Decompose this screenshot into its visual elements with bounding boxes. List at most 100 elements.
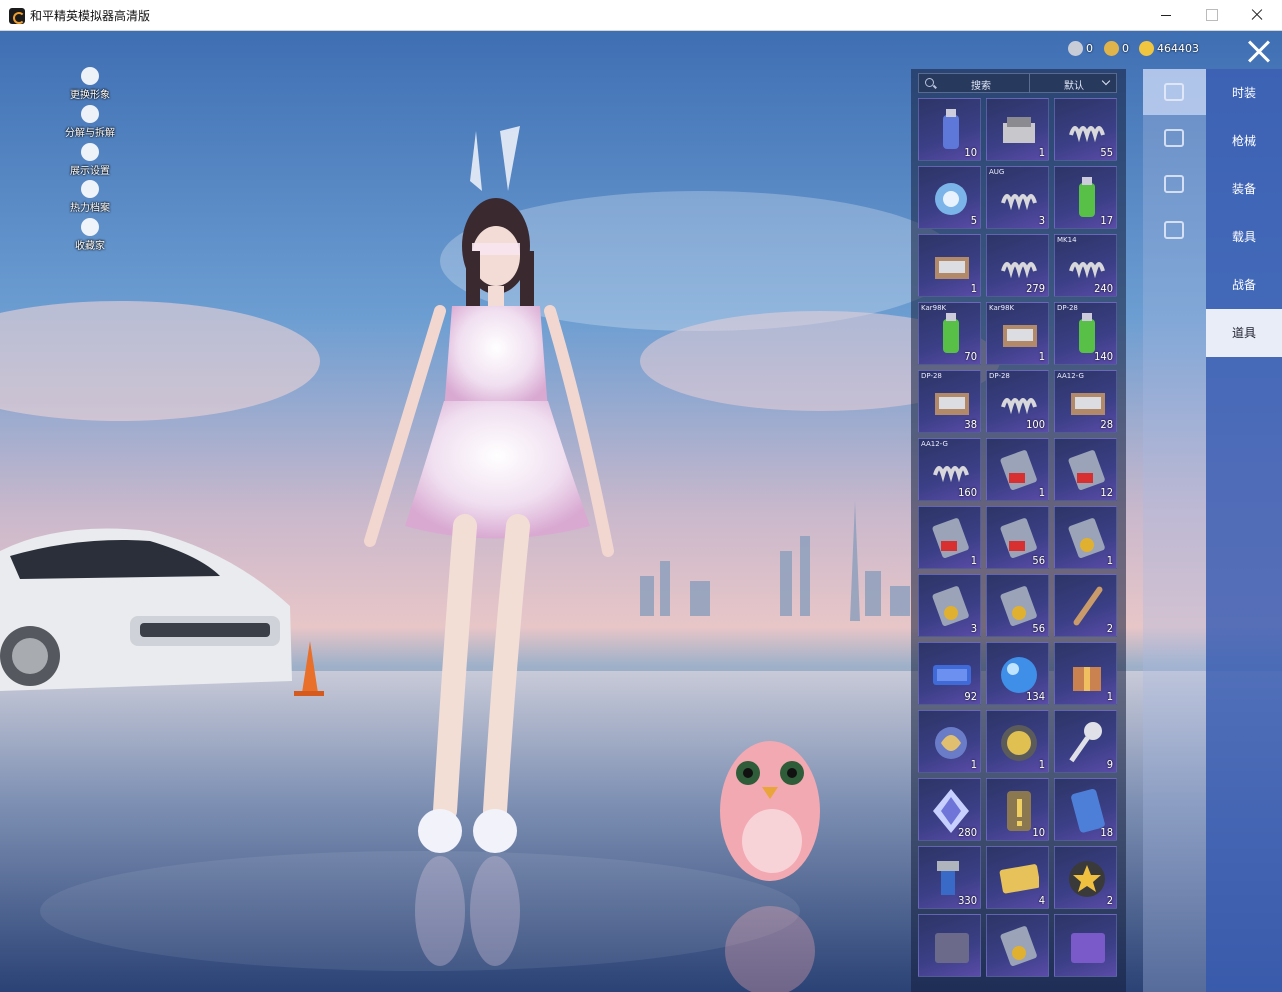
close-inventory-button[interactable] xyxy=(1244,37,1274,67)
inventory-item[interactable]: AA12-G 160 xyxy=(918,438,981,501)
category-tab[interactable]: 载具 xyxy=(1206,213,1282,261)
left-menu-label: 展示设置 xyxy=(70,166,110,177)
card-blue-icon xyxy=(1067,787,1107,833)
search-input[interactable]: 搜索 xyxy=(918,73,1030,93)
inventory-item[interactable]: Kar98K 1 xyxy=(986,302,1049,365)
inventory-item[interactable]: 279 xyxy=(986,234,1049,297)
inventory-item[interactable] xyxy=(1054,914,1117,977)
category-tab[interactable]: 装备 xyxy=(1206,165,1282,213)
metal-case-icon xyxy=(931,243,971,287)
inventory-item[interactable]: 4 xyxy=(986,846,1049,909)
item-count: 56 xyxy=(1032,554,1045,567)
card-tab-icon xyxy=(1164,83,1184,101)
inventory-item[interactable]: 134 xyxy=(986,642,1049,705)
inventory-item[interactable]: 56 xyxy=(986,506,1049,569)
item-count: 38 xyxy=(964,418,977,431)
item-count: 280 xyxy=(958,826,977,839)
inventory-item[interactable]: 9 xyxy=(1054,710,1117,773)
maximize-button[interactable] xyxy=(1200,3,1224,27)
inventory-item[interactable] xyxy=(918,914,981,977)
inventory-item[interactable]: 12 xyxy=(1054,438,1117,501)
inventory-item[interactable]: 1 xyxy=(918,234,981,297)
spray-can-blue-icon xyxy=(931,107,971,151)
inventory-item[interactable]: 17 xyxy=(1054,166,1117,229)
item-count: 10 xyxy=(964,146,977,159)
item-count: 3 xyxy=(1038,214,1045,227)
subcategory-tab[interactable] xyxy=(1143,207,1206,253)
inventory-item[interactable]: 55 xyxy=(1054,98,1117,161)
left-menu-item[interactable]: 分解与拆解 xyxy=(55,105,125,139)
window-title: 和平精英模拟器高清版 xyxy=(30,9,151,23)
inventory-item[interactable]: Kar98K 70 xyxy=(918,302,981,365)
inventory-item[interactable]: 1 xyxy=(1054,506,1117,569)
spray-can-green-icon xyxy=(931,311,971,355)
item-count: 134 xyxy=(1026,690,1045,703)
category-tab[interactable]: 枪械 xyxy=(1206,117,1282,165)
subcategory-tab[interactable] xyxy=(1143,69,1206,115)
card-gold-icon xyxy=(999,923,1039,967)
inventory-item[interactable]: DP-28 38 xyxy=(918,370,981,433)
category-tabs: 时装 枪械 装备 载具 战备 道具 xyxy=(1206,69,1282,992)
spring-icon xyxy=(1067,107,1107,151)
left-menu-item[interactable]: 收藏家 xyxy=(55,218,125,252)
subcategory-tab[interactable] xyxy=(1143,115,1206,161)
category-tab[interactable]: 时装 xyxy=(1206,69,1282,117)
card-purple-icon xyxy=(1067,923,1107,967)
category-tab[interactable]: 道具 xyxy=(1206,309,1282,357)
item-count: 55 xyxy=(1100,146,1113,159)
eye-icon xyxy=(81,143,99,161)
inventory-item[interactable]: 10 xyxy=(918,98,981,161)
item-count: 70 xyxy=(964,350,977,363)
inventory-item[interactable]: 1 xyxy=(986,98,1049,161)
sort-dropdown[interactable]: 默认 xyxy=(1029,73,1117,93)
left-menu-label: 热力档案 xyxy=(70,203,110,214)
inventory-item[interactable]: 18 xyxy=(1054,778,1117,841)
item-count: 100 xyxy=(1026,418,1045,431)
left-menu-item[interactable]: 更换形象 xyxy=(55,67,125,101)
left-menu-item[interactable]: 展示设置 xyxy=(55,143,125,177)
inventory-item[interactable]: 1 xyxy=(986,438,1049,501)
search-placeholder: 搜索 xyxy=(971,81,991,92)
card-gold-icon xyxy=(999,583,1039,627)
item-weapon-tag: AUG xyxy=(989,168,1005,176)
inventory-item[interactable]: 92 xyxy=(918,642,981,705)
category-tab[interactable]: 战备 xyxy=(1206,261,1282,309)
card-red-icon xyxy=(1067,447,1107,491)
item-weapon-tag: DP-28 xyxy=(1057,304,1078,312)
inventory-item[interactable]: 1 xyxy=(918,506,981,569)
inventory-item[interactable]: 1 xyxy=(1054,642,1117,705)
inventory-item[interactable]: 2 xyxy=(1054,574,1117,637)
inventory-item[interactable]: 3 xyxy=(918,574,981,637)
inventory-item[interactable]: 280 xyxy=(918,778,981,841)
item-count: 1 xyxy=(1038,146,1045,159)
key-icon xyxy=(1067,719,1107,763)
left-menu-label: 分解与拆解 xyxy=(65,128,115,139)
item-count: 56 xyxy=(1032,622,1045,635)
item-count: 18 xyxy=(1100,826,1113,839)
left-menu-item[interactable]: 热力档案 xyxy=(55,180,125,214)
inventory-item[interactable]: MK14 240 xyxy=(1054,234,1117,297)
inventory-item[interactable]: DP-28 140 xyxy=(1054,302,1117,365)
inventory-item[interactable]: 56 xyxy=(986,574,1049,637)
inventory-item[interactable]: 10 xyxy=(986,778,1049,841)
inventory-item[interactable]: DP-28 100 xyxy=(986,370,1049,433)
minimize-button[interactable] xyxy=(1156,3,1180,27)
inventory-item[interactable]: AUG 3 xyxy=(986,166,1049,229)
subcategory-tab[interactable] xyxy=(1143,161,1206,207)
currency-coupon: 0 xyxy=(1068,41,1093,56)
left-menu-label: 收藏家 xyxy=(75,241,105,252)
item-count: 4 xyxy=(1038,894,1045,907)
inventory-item[interactable]: 5 xyxy=(918,166,981,229)
inventory-item[interactable] xyxy=(986,914,1049,977)
app-icon xyxy=(9,8,25,24)
inventory-panel: 搜索 默认 10 1 55 5 AUG 3 17 1 279 MK14 240 Kar98K 70 Kar… xyxy=(911,69,1126,992)
inventory-item[interactable]: 2 xyxy=(1054,846,1117,909)
game-scene: 更换形象 分解与拆解 展示设置 热力档案 收藏家 0 0 464403 搜索 默认 10 1 5… xyxy=(0,31,1282,992)
inventory-item[interactable]: 330 xyxy=(918,846,981,909)
metal-case-icon xyxy=(999,311,1039,355)
inventory-item[interactable]: 1 xyxy=(918,710,981,773)
item-count: 160 xyxy=(958,486,977,499)
close-window-button[interactable] xyxy=(1245,3,1269,27)
inventory-item[interactable]: AA12-G 28 xyxy=(1054,370,1117,433)
inventory-item[interactable]: 1 xyxy=(986,710,1049,773)
